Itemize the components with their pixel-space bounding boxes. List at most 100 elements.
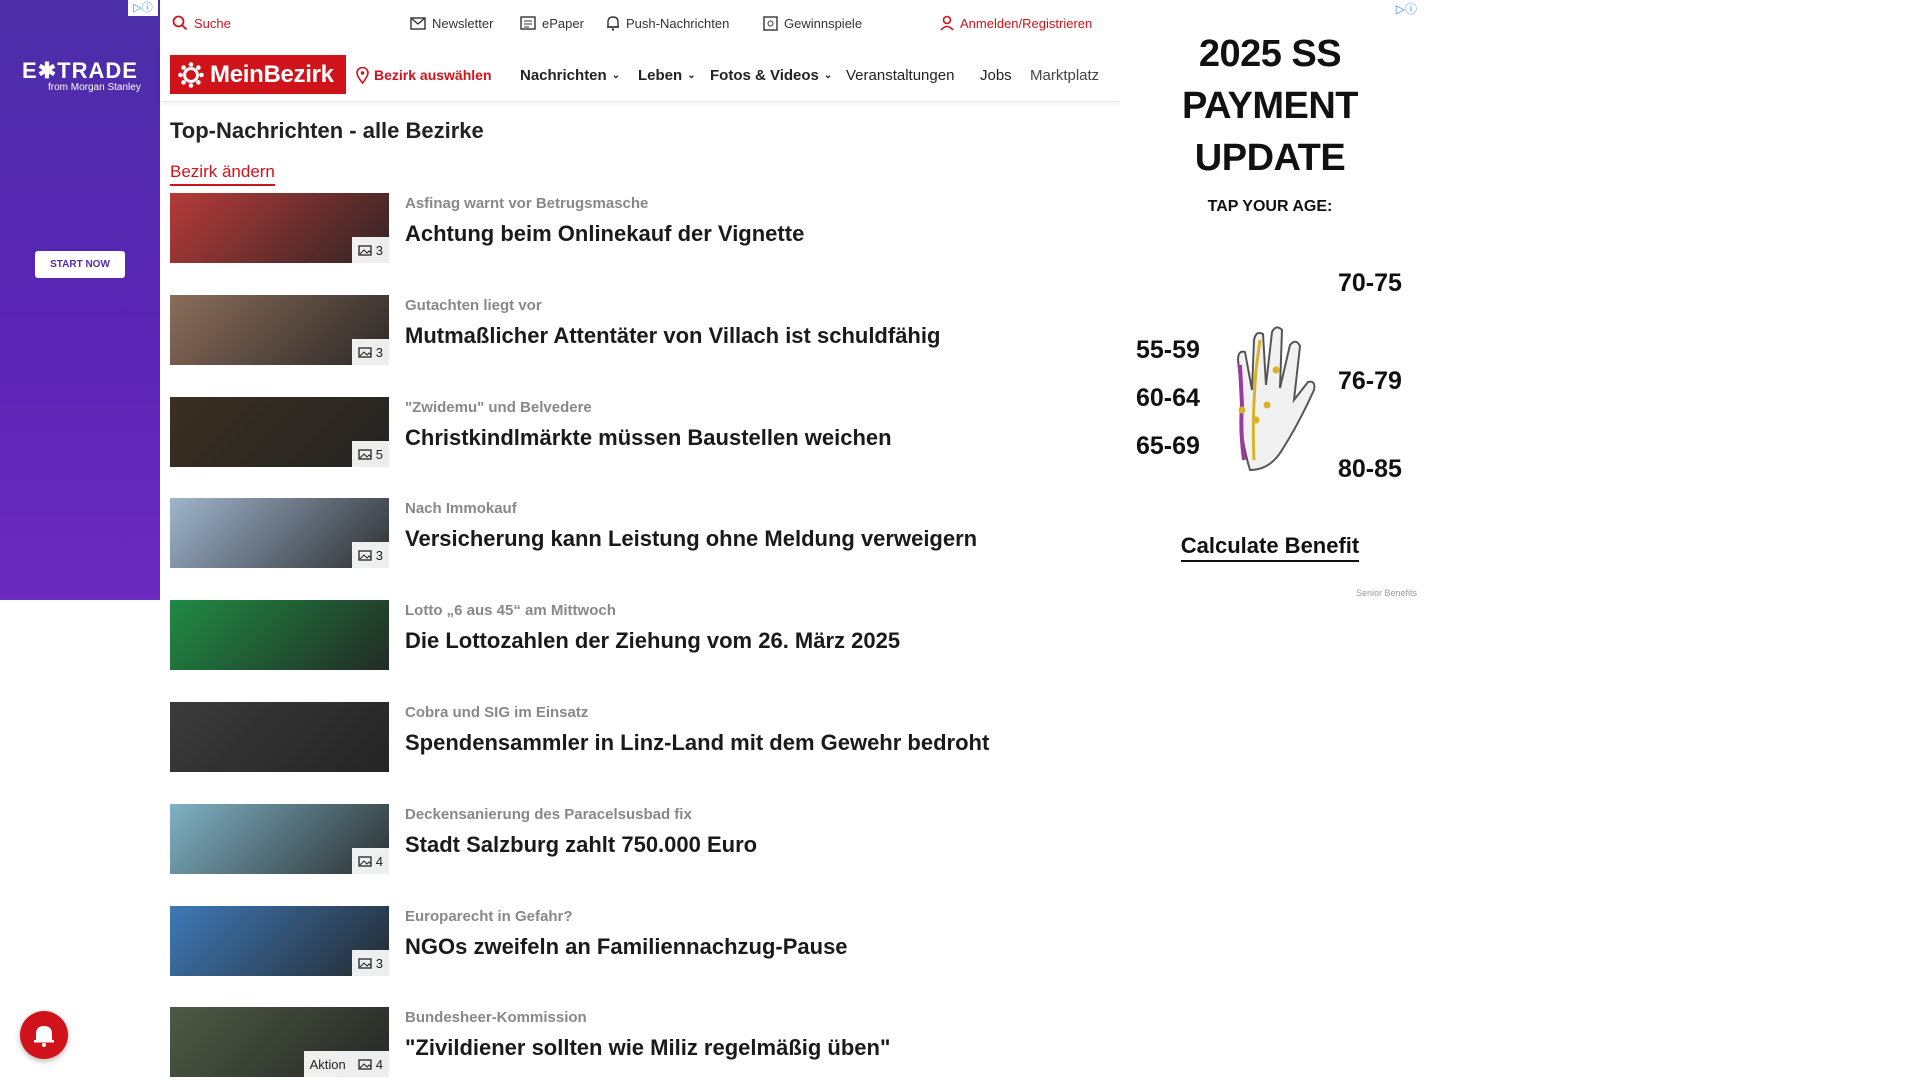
epaper-label: ePaper: [542, 15, 584, 31]
logo-sun-icon: [178, 61, 204, 88]
article-kicker: Asfinag warnt vor Betrugsmasche: [405, 195, 649, 212]
ad-sponsor-label: Senior Benefits: [1355, 588, 1417, 598]
article-item[interactable]: 3 Asfinag warnt vor Betrugsmasche Achtung …: [170, 193, 1110, 263]
ad-start-now-button[interactable]: START NOW: [35, 251, 125, 278]
article-item[interactable]: Aktion 4 Bundesheer-Kommission "Zivildiener…: [170, 1007, 1110, 1077]
search-icon: [172, 15, 188, 31]
gallery-icon: [358, 958, 372, 969]
login-link[interactable]: Anmelden/Registrieren: [940, 14, 1092, 32]
article-thumbnail[interactable]: [170, 600, 389, 670]
article-item[interactable]: 3 Gutachten liegt vor Mutmaßlicher Attentä…: [170, 295, 1110, 365]
gallery-icon: [358, 1059, 372, 1070]
adchoices-icon[interactable]: ▷ⓘ: [1396, 0, 1417, 17]
age-option-70-75[interactable]: 70-75: [1338, 269, 1402, 298]
adchoices-icon[interactable]: ▷ⓘ: [128, 0, 158, 16]
gallery-icon: [358, 347, 372, 358]
location-pin-icon: [356, 66, 369, 84]
ad-headline: 2025 SS PAYMENT UPDATE: [1120, 28, 1420, 184]
newsletter-link[interactable]: Newsletter: [410, 14, 493, 32]
gallery-icon: [358, 449, 372, 460]
photo-count: 4: [375, 1056, 383, 1072]
ad-headline-line-1: 2025 SS PAYMENT: [1182, 33, 1358, 127]
gift-icon: [763, 15, 778, 31]
photo-count: 3: [375, 547, 383, 563]
article-kicker: Deckensanierung des Paracelsusbad fix: [405, 806, 692, 823]
nav-item-marktplatz[interactable]: Marktplatz: [1030, 65, 1110, 85]
age-option-55-59[interactable]: 55-59: [1136, 336, 1200, 365]
photo-count-badge: 3: [351, 950, 389, 976]
article-item[interactable]: 3 Nach Immokauf Versicherung kann Leistung…: [170, 498, 1110, 568]
photo-count-badge: Aktion 4: [303, 1051, 389, 1077]
photo-count: 4: [375, 853, 383, 869]
nav-item-leben[interactable]: Leben ⌄: [638, 65, 696, 85]
article-kicker: Europarecht in Gefahr?: [405, 908, 573, 925]
article-kicker: Nach Immokauf: [405, 500, 517, 517]
gewinnspiele-label: Gewinnspiele: [784, 15, 863, 31]
notification-bell-button[interactable]: [20, 1011, 68, 1059]
envelope-icon: [410, 16, 426, 30]
article-thumbnail[interactable]: [170, 702, 389, 772]
newspaper-icon: [520, 16, 536, 30]
calculate-benefit-label: Calculate Benefit: [1180, 533, 1360, 562]
epaper-link[interactable]: ePaper: [520, 14, 584, 32]
logo-text: MeinBezirk: [210, 60, 334, 88]
age-option-65-69[interactable]: 65-69: [1136, 432, 1200, 461]
main-content: Suche Newsletter ePaper Push-Nachrichten…: [160, 0, 1120, 1080]
article-item[interactable]: Lotto „6 aus 45“ am Mittwoch Die Lottozah…: [170, 600, 1110, 670]
article-headline[interactable]: "Zivildiener sollten wie Miliz regelmäßi…: [405, 1035, 890, 1061]
search-label: Suche: [194, 15, 231, 31]
hand-illustration-icon: [1236, 326, 1316, 472]
bell-icon: [34, 1026, 54, 1047]
article-item[interactable]: 3 Europarecht in Gefahr? NGOs zweifeln an …: [170, 906, 1110, 976]
nav-item-jobs[interactable]: Jobs: [980, 65, 1012, 85]
push-notifications-link[interactable]: Push-Nachrichten: [606, 14, 729, 32]
nav-item-nachrichten[interactable]: Nachrichten ⌄: [520, 65, 620, 85]
aktion-label: Aktion: [309, 1056, 346, 1072]
nav-item-veranstaltungen[interactable]: Veranstaltungen: [846, 65, 954, 85]
article-thumbnail[interactable]: Aktion 4: [170, 1007, 389, 1077]
photo-count: 3: [375, 242, 383, 258]
nav-item-label: Marktplatz: [1030, 66, 1100, 84]
calculate-benefit-link[interactable]: Calculate Benefit: [1120, 533, 1420, 562]
article-thumbnail[interactable]: 4: [170, 804, 389, 874]
chevron-down-icon: ⌄: [687, 69, 696, 81]
gewinnspiele-link[interactable]: Gewinnspiele: [763, 14, 862, 32]
article-thumbnail[interactable]: 3: [170, 193, 389, 263]
article-thumbnail[interactable]: 5: [170, 397, 389, 467]
right-ad-banner[interactable]: ▷ⓘ 2025 SS PAYMENT UPDATE TAP YOUR AGE: …: [1120, 0, 1420, 600]
photo-count-badge: 3: [351, 542, 389, 568]
age-option-76-79[interactable]: 76-79: [1338, 367, 1402, 396]
article-item[interactable]: 4 Deckensanierung des Paracelsusbad fix St…: [170, 804, 1110, 874]
ad-tap-prompt: TAP YOUR AGE:: [1207, 198, 1333, 215]
article-headline[interactable]: Die Lottozahlen der Ziehung vom 26. März…: [405, 628, 900, 654]
article-headline[interactable]: NGOs zweifeln an Familiennachzug-Pause: [405, 934, 848, 960]
age-option-60-64[interactable]: 60-64: [1136, 384, 1200, 413]
ad-headline-line-2: UPDATE: [1194, 137, 1346, 179]
article-headline[interactable]: Spendensammler in Linz-Land mit dem Gewe…: [405, 730, 989, 756]
search-link[interactable]: Suche: [172, 14, 231, 32]
nav-item-label: Jobs: [980, 66, 1012, 84]
article-headline[interactable]: Christkindlmärkte müssen Baustellen weic…: [405, 425, 892, 451]
gallery-icon: [358, 550, 372, 561]
login-label: Anmelden/Registrieren: [960, 15, 1093, 31]
bezirk-select[interactable]: Bezirk auswählen: [356, 65, 492, 85]
chevron-down-icon: ⌄: [823, 69, 833, 81]
article-thumbnail[interactable]: 3: [170, 498, 389, 568]
nav-item-fotos-videos[interactable]: Fotos & Videos ⌄: [710, 65, 832, 85]
ad-brand-logo: E✱TRADE: [22, 58, 138, 83]
article-item[interactable]: 5 "Zwidemu" und Belvedere Christkindlmärkt…: [170, 397, 1110, 467]
age-option-80-85[interactable]: 80-85: [1338, 455, 1402, 484]
article-headline[interactable]: Mutmaßlicher Attentäter von Villach ist …: [405, 323, 940, 349]
article-thumbnail[interactable]: 3: [170, 295, 389, 365]
site-logo[interactable]: MeinBezirk: [170, 55, 346, 94]
article-headline[interactable]: Achtung beim Onlinekauf der Vignette: [405, 221, 804, 247]
left-ad-banner[interactable]: ▷ⓘ E✱TRADE from Morgan Stanley START NOW: [0, 0, 160, 600]
change-bezirk-link[interactable]: Bezirk ändern: [170, 162, 275, 186]
article-item[interactable]: Cobra und SIG im Einsatz Spendensammler i…: [170, 702, 1110, 772]
page-title: Top-Nachrichten - alle Bezirke: [170, 118, 484, 143]
article-thumbnail[interactable]: 3: [170, 906, 389, 976]
photo-count-badge: 5: [351, 441, 389, 467]
article-headline[interactable]: Versicherung kann Leistung ohne Meldung …: [405, 526, 977, 552]
article-headline[interactable]: Stadt Salzburg zahlt 750.000 Euro: [405, 832, 757, 858]
bezirk-select-label: Bezirk auswählen: [374, 67, 492, 83]
